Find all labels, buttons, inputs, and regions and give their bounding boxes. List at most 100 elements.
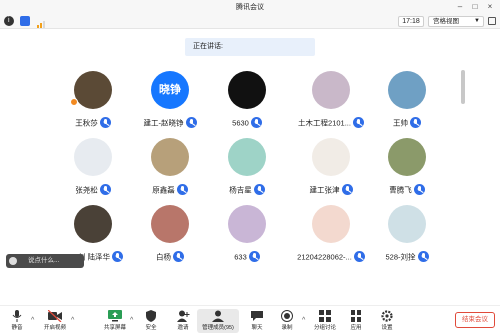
emoji-icon[interactable] — [9, 257, 17, 265]
participant-tile[interactable]: 633 — [206, 205, 288, 267]
grid-icon — [318, 309, 332, 322]
participant-name: 杨吉星 — [229, 185, 252, 195]
participant-tile[interactable]: 5630 — [206, 71, 288, 133]
chevron-up-icon[interactable]: ^ — [31, 317, 34, 324]
close-icon[interactable]: × — [484, 1, 496, 13]
settings-button[interactable]: 设置 — [370, 309, 404, 333]
manage-members-button[interactable]: 管理成员(95) — [197, 309, 239, 333]
participant-tile[interactable]: 杨吉星 — [206, 138, 288, 200]
end-meeting-button[interactable]: 结束会议 — [455, 312, 495, 328]
avatar — [388, 71, 426, 109]
mic-muted-icon — [99, 117, 111, 129]
chevron-up-icon[interactable]: ^ — [71, 317, 74, 324]
avatar — [388, 138, 426, 176]
avatar — [312, 205, 350, 243]
mic-muted-icon — [99, 184, 111, 196]
participant-name-row: 21204228062-... — [290, 248, 372, 263]
participant-name: 曹腾飞 — [389, 185, 412, 195]
grid-scrollbar[interactable] — [461, 70, 465, 104]
participant-tile[interactable]: 王秋莎 — [52, 71, 134, 133]
participant-tile[interactable]: 张尧松 — [52, 138, 134, 200]
participant-tile[interactable]: 528-刘拴 — [366, 205, 448, 267]
info-icon[interactable]: i — [4, 16, 14, 26]
participant-tile[interactable]: 建工张津 — [290, 138, 372, 200]
participant-tile[interactable]: 王帅 — [366, 71, 448, 133]
mic-muted-icon — [173, 251, 184, 263]
share-screen-button[interactable]: 共享屏幕 — [98, 309, 132, 333]
mic-muted-icon — [176, 184, 188, 196]
members-icon — [211, 309, 225, 322]
participant-name-row: 王秋莎 — [52, 114, 134, 129]
chevron-up-icon[interactable]: ^ — [302, 317, 305, 324]
mic-muted-icon — [353, 251, 365, 263]
fullscreen-icon[interactable] — [488, 17, 496, 25]
chat-button[interactable]: 聊天 — [240, 309, 274, 333]
mic-muted-icon — [410, 117, 421, 129]
chevron-up-icon[interactable]: ^ — [130, 317, 133, 324]
breakout-button[interactable]: 分组讨论 — [308, 309, 342, 333]
avatar — [312, 138, 350, 176]
participant-name: 土木工程2101... — [298, 118, 351, 128]
mic-muted-icon — [253, 184, 265, 196]
participant-name: 张尧松 — [75, 185, 98, 195]
invite-button[interactable]: 邀请 — [166, 309, 200, 333]
meeting-toolbar: i 17:18 宫格视图 ▼ — [0, 14, 500, 29]
participant-name: 528-刘拴 — [385, 252, 416, 262]
window-title: 腾讯会议 — [236, 4, 264, 11]
mic-muted-icon — [417, 251, 429, 263]
participant-name-row: 王帅 — [366, 114, 448, 129]
avatar — [228, 71, 266, 109]
avatar-initials: 晓铮 — [151, 71, 189, 109]
add-user-icon — [176, 309, 190, 322]
title-bar: 腾讯会议 – □ × — [0, 0, 500, 14]
participant-name-row: 建工张津 — [290, 181, 372, 196]
avatar — [228, 205, 266, 243]
view-mode-label: 宫格视图 — [433, 18, 459, 25]
participant-tile[interactable]: 曹腾飞 — [366, 138, 448, 200]
record-button[interactable]: 录制 — [270, 309, 304, 333]
mute-button[interactable]: 静音 — [0, 309, 34, 333]
chat-label: 聊天 — [251, 325, 263, 331]
settings-label: 设置 — [381, 325, 393, 331]
minimize-icon[interactable]: – — [454, 1, 466, 13]
participant-name-row: 白杨 — [129, 248, 211, 263]
participant-tile[interactable]: 原鑫磊 — [129, 138, 211, 200]
participant-name-row: 杨吉星 — [206, 181, 288, 196]
breakout-label: 分组讨论 — [313, 325, 336, 331]
participant-name-row: 张尧松 — [52, 181, 134, 196]
shield-icon[interactable] — [20, 16, 30, 26]
meeting-clock: 17:18 — [398, 16, 424, 27]
participant-name: 5630 — [232, 118, 249, 128]
apps-icon — [349, 309, 363, 322]
participant-name-row: 528-刘拴 — [366, 248, 448, 263]
gear-icon — [380, 309, 394, 322]
participant-name-row: 建工-赵晓铮 — [129, 114, 211, 129]
record-icon — [280, 309, 294, 322]
signal-icon[interactable] — [36, 16, 46, 28]
mic-muted-icon — [248, 251, 260, 263]
view-mode-button[interactable]: 宫格视图 ▼ — [428, 16, 484, 27]
participant-name-row: 土木工程2101... — [290, 114, 372, 129]
participant-tile[interactable]: 21204228062-... — [290, 205, 372, 267]
quick-chat-input[interactable]: 说点什么... — [6, 254, 84, 268]
avatar — [74, 205, 112, 243]
participant-tile[interactable]: 晓铮建工-赵晓铮 — [129, 71, 211, 133]
maximize-icon[interactable]: □ — [469, 1, 481, 13]
avatar — [388, 205, 426, 243]
participant-name: 633 — [234, 252, 247, 262]
mic-muted-icon — [352, 117, 364, 129]
host-badge-icon — [70, 98, 78, 106]
participant-name-row: 原鑫磊 — [129, 181, 211, 196]
participant-tile[interactable]: 土木工程2101... — [290, 71, 372, 133]
invite-label: 邀请 — [177, 325, 189, 331]
security-button[interactable]: 安全 — [134, 309, 168, 333]
mic-muted-icon — [341, 184, 353, 196]
video-button[interactable]: 开启视频 — [38, 309, 72, 333]
chat-icon — [250, 309, 264, 321]
security-label: 安全 — [145, 325, 157, 331]
bottom-toolbar: 静音 ^ 开启视频 ^ 共享屏幕 ^ 安全 邀请 管理成员(95) 聊天 录制 … — [0, 305, 500, 333]
avatar — [74, 71, 112, 109]
avatar — [74, 138, 112, 176]
participant-tile[interactable]: 白杨 — [129, 205, 211, 267]
apps-button[interactable]: 应用 — [339, 309, 373, 333]
